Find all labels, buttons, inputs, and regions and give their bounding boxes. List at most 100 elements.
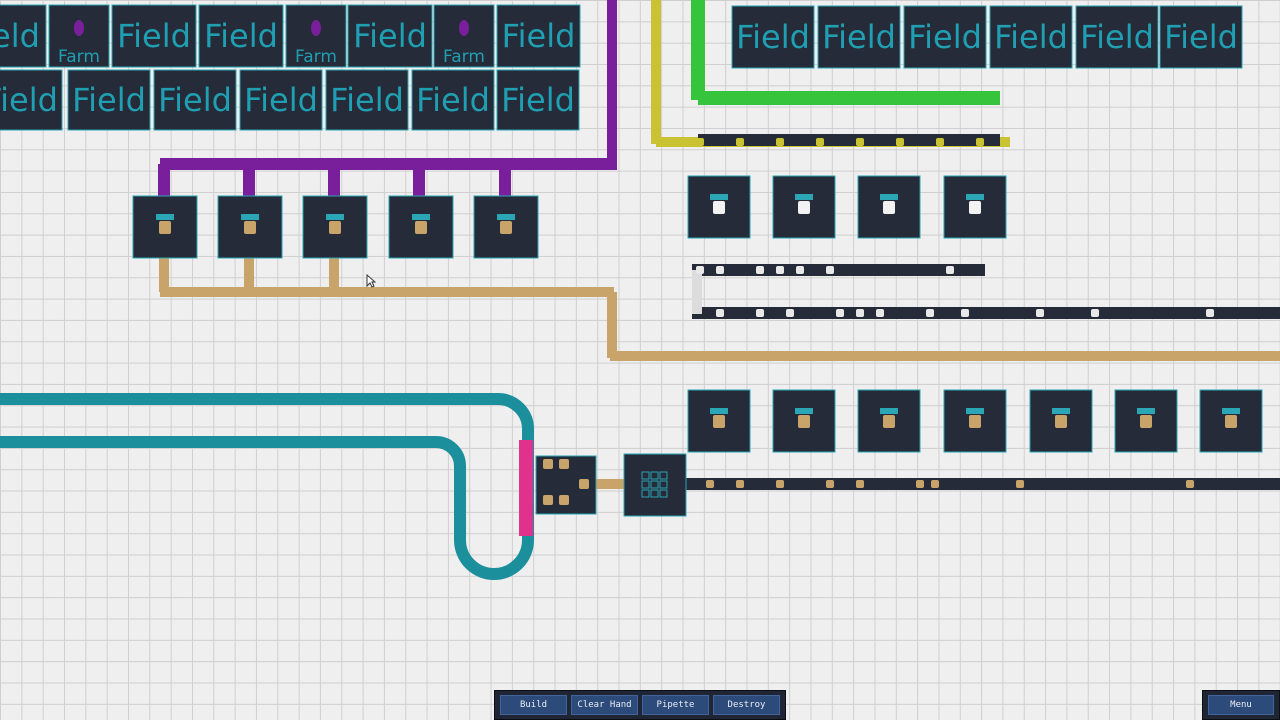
field-tile[interactable]: Field xyxy=(1159,5,1243,69)
milk-item xyxy=(716,266,724,274)
milk-item xyxy=(696,266,704,274)
machine-inlet xyxy=(966,408,984,414)
factory-board[interactable]: FieldFarmFieldFieldFarmFieldFarmFieldFie… xyxy=(0,0,1280,720)
wheat-item xyxy=(936,138,944,146)
field-tile[interactable]: Field xyxy=(496,4,581,68)
machine[interactable] xyxy=(857,175,921,239)
farm-label: Farm xyxy=(58,47,100,67)
bread-item xyxy=(996,352,1004,360)
milk-item xyxy=(876,309,884,317)
bread-item xyxy=(216,288,224,296)
bread-item xyxy=(466,288,474,296)
machine-inlet xyxy=(241,214,259,220)
field-label: Field xyxy=(994,18,1068,56)
bread-item xyxy=(1186,480,1194,488)
bread-item xyxy=(1216,352,1224,360)
field-tile[interactable]: Field xyxy=(989,5,1073,69)
field-tile[interactable]: Field xyxy=(903,5,987,69)
machine[interactable] xyxy=(1199,389,1263,453)
machine[interactable] xyxy=(772,389,836,453)
field-tile[interactable]: Field xyxy=(198,4,284,68)
milk-item xyxy=(756,266,764,274)
machine-inlet xyxy=(795,408,813,414)
machine[interactable] xyxy=(943,175,1007,239)
machine[interactable] xyxy=(687,389,751,453)
field-tile[interactable]: Field xyxy=(0,69,63,131)
machine[interactable] xyxy=(302,195,368,259)
teal-loop-belt[interactable] xyxy=(0,393,534,580)
bread-item xyxy=(346,288,354,296)
menu-panel: Menu xyxy=(1202,690,1280,720)
pipette-button[interactable]: Pipette xyxy=(642,695,709,715)
bread-item xyxy=(586,288,594,296)
field-label: Field xyxy=(244,81,318,119)
machine[interactable] xyxy=(687,175,751,239)
machine-inlet xyxy=(710,194,728,200)
field-tile[interactable]: Field xyxy=(325,69,409,131)
machine[interactable] xyxy=(217,195,283,259)
bread-item xyxy=(1126,352,1134,360)
milk-bucket-icon xyxy=(713,201,725,214)
machine[interactable] xyxy=(388,195,454,259)
field-tile[interactable]: Field xyxy=(239,69,323,131)
machine[interactable] xyxy=(1029,389,1093,453)
machine[interactable] xyxy=(772,175,836,239)
bread-item xyxy=(176,288,184,296)
menu-button[interactable]: Menu xyxy=(1208,695,1274,715)
machine[interactable] xyxy=(473,195,539,259)
bread-item xyxy=(543,495,553,505)
milk-item xyxy=(836,309,844,317)
milk-bucket-icon xyxy=(969,201,981,214)
field-tile[interactable]: Field xyxy=(67,69,151,131)
field-tile[interactable]: Field xyxy=(817,5,901,69)
field-label: Field xyxy=(72,81,146,119)
machine-inlet xyxy=(412,214,430,220)
bottom-toolbar: Build Clear Hand Pipette Destroy xyxy=(494,690,786,720)
machine[interactable] xyxy=(943,389,1007,453)
bread-item xyxy=(796,352,804,360)
bread-item xyxy=(736,480,744,488)
field-tile[interactable]: Field xyxy=(153,69,237,131)
machine[interactable] xyxy=(857,389,921,453)
milk-bucket-icon xyxy=(798,201,810,214)
build-button[interactable]: Build xyxy=(500,695,567,715)
bread-item xyxy=(776,480,784,488)
bread-item xyxy=(956,352,964,360)
machine[interactable] xyxy=(132,195,198,259)
field-tile[interactable]: Field xyxy=(496,69,580,131)
field-tile[interactable]: Field xyxy=(411,69,495,131)
bread-item xyxy=(1016,480,1024,488)
field-tile[interactable]: Field xyxy=(731,5,815,69)
farm-tile[interactable]: Farm xyxy=(433,4,495,68)
farm-tile[interactable]: Farm xyxy=(48,4,110,68)
field-label: Field xyxy=(158,81,232,119)
bread-item xyxy=(916,480,924,488)
machine-inlet xyxy=(1222,408,1240,414)
milk-item xyxy=(926,309,934,317)
field-label: Field xyxy=(330,81,404,119)
milk-item xyxy=(946,266,954,274)
storage-box[interactable] xyxy=(623,453,687,517)
bread-icon xyxy=(1140,415,1152,428)
bread-icon xyxy=(244,221,256,234)
field-tile[interactable]: Field xyxy=(1075,5,1159,69)
wheat-item xyxy=(896,138,904,146)
bread-icon xyxy=(883,415,895,428)
field-tile[interactable]: Field xyxy=(111,4,197,68)
destroy-button[interactable]: Destroy xyxy=(713,695,780,715)
bread-item xyxy=(396,288,404,296)
storage-box-body xyxy=(623,453,687,517)
clear-hand-button[interactable]: Clear Hand xyxy=(571,695,638,715)
field-tile[interactable]: Field xyxy=(0,4,47,68)
milk-bucket-icon xyxy=(883,201,895,214)
splitter[interactable] xyxy=(535,455,597,515)
milk-item xyxy=(786,309,794,317)
field-tile[interactable]: Field xyxy=(347,4,433,68)
farm-tile[interactable]: Farm xyxy=(285,4,347,68)
bread-icon xyxy=(1225,415,1237,428)
machine[interactable] xyxy=(1114,389,1178,453)
machine-inlet xyxy=(795,194,813,200)
milk-item xyxy=(1206,309,1214,317)
field-label: Field xyxy=(501,81,575,119)
wheat-item xyxy=(696,138,704,146)
